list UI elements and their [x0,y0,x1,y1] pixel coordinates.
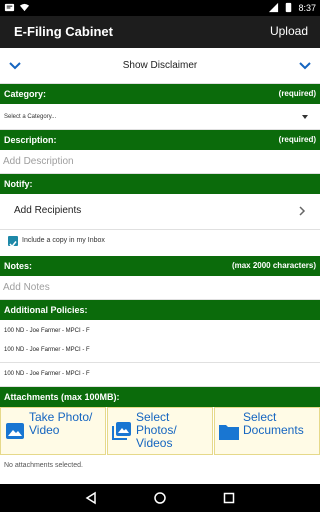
recents-icon[interactable] [222,491,236,505]
notify-header: Notify: [0,174,320,194]
wifi-off-icon [19,3,30,12]
notify-label: Notify: [4,179,33,189]
category-select[interactable]: Select a Category... [0,104,320,130]
category-required: (required) [278,89,316,98]
folder-icon [219,425,239,440]
disclaimer-toggle[interactable]: Show Disclaimer [0,48,320,84]
policies-header: Additional Policies: [0,300,320,320]
copy-inbox-row[interactable]: Include a copy in my Inbox [0,230,320,255]
upload-button[interactable]: Upload [270,24,308,38]
policies-label: Additional Policies: [4,305,88,315]
notes-label: Notes: [4,261,33,271]
policy-item-label: 100 ND - Joe Farmer - MPCI - F [4,328,90,334]
chevron-down-icon[interactable] [297,58,313,74]
description-placeholder: Add Description [3,156,74,167]
notes-header: Notes: (max 2000 characters) [0,256,320,276]
status-time: 8:37 [298,2,316,13]
attachments-header: Attachments (max 100MB): [0,387,320,407]
notification-icon [4,3,15,12]
chevron-right-icon [299,206,306,216]
policy-item-label: 100 ND - Joe Farmer - MPCI - F [4,371,90,377]
attachments-label: Attachments (max 100MB): [4,392,120,402]
policy-item[interactable]: 100 ND - Joe Farmer - MPCI - F [0,363,320,387]
copy-inbox-label: Include a copy in my Inbox [22,237,105,244]
category-header: Category: (required) [0,84,320,104]
checkmark-icon [9,241,17,248]
select-photos-button[interactable]: Select Photos/ Videos [107,407,213,455]
description-header: Description: (required) [0,130,320,150]
take-photo-button[interactable]: Take Photo/ Video [0,407,106,455]
policy-item-label: 100 ND - Joe Farmer - MPCI - F [4,347,90,353]
image-icon [6,423,24,439]
take-photo-label: Take Photo/ Video [29,410,93,437]
category-selected-value: Select a Category... [4,114,57,120]
add-recipients-label: Add Recipients [14,205,82,216]
select-photos-label: Select Photos/ Videos [136,410,177,450]
description-required: (required) [278,135,316,144]
policy-item[interactable]: 100 ND - Joe Farmer - MPCI - F [0,339,320,363]
photo-library-icon [112,422,131,440]
select-documents-label: Select Documents [243,410,304,437]
notes-limit: (max 2000 characters) [231,261,316,270]
status-bar: 8:37 [0,0,320,16]
app-bar: E-Filing Cabinet Upload [0,16,320,48]
attachment-buttons: Take Photo/ Video Select Photos/ Videos … [0,407,320,455]
system-nav-bar [0,484,320,512]
back-icon[interactable] [84,491,98,505]
select-documents-button[interactable]: Select Documents [214,407,320,455]
add-recipients-row[interactable]: Add Recipients [0,194,320,230]
home-icon[interactable] [153,491,167,505]
page-title: E-Filing Cabinet [14,24,113,39]
notes-input[interactable]: Add Notes [0,276,320,300]
dropdown-caret-icon [302,115,308,119]
battery-icon [286,2,292,13]
notes-placeholder: Add Notes [3,282,50,293]
description-label: Description: [4,135,57,145]
copy-inbox-checkbox[interactable] [8,236,18,248]
show-disclaimer-label[interactable]: Show Disclaimer [0,60,320,71]
signal-icon [269,2,279,13]
description-input[interactable]: Add Description [0,150,320,174]
no-attachments-text: No attachments selected. [4,462,83,469]
category-label: Category: [4,89,47,99]
